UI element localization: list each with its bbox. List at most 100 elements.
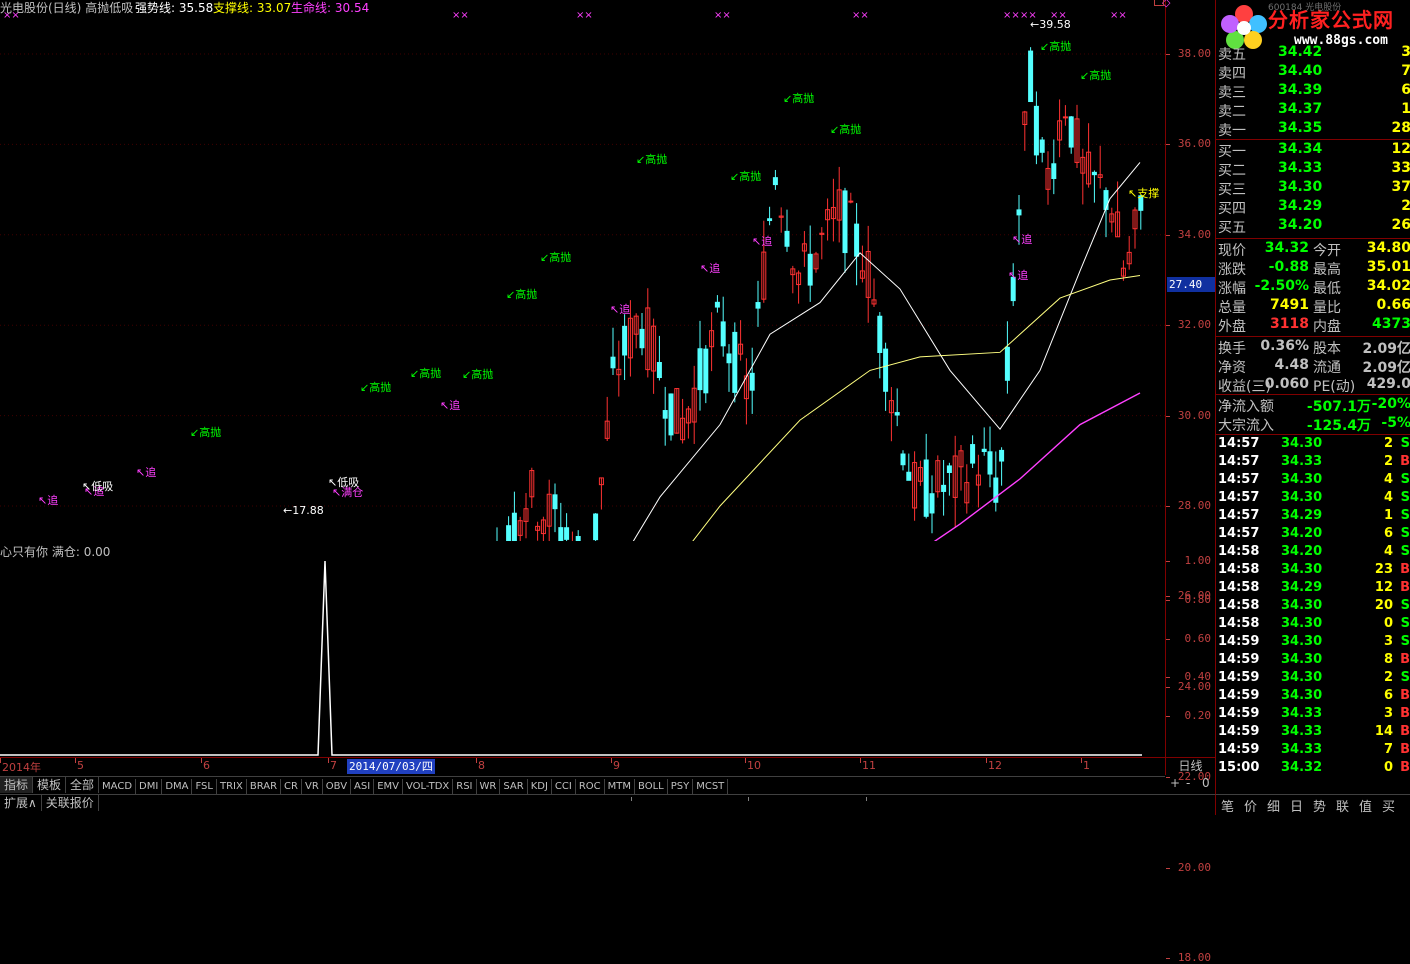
order-volume: 33 <box>1391 160 1410 176</box>
indicator-button-sar[interactable]: SAR <box>500 779 528 794</box>
indicator-axis: 1.00 0.80 0.60 0.40 0.20 <box>1165 541 1215 757</box>
order-price: 34.30 <box>1278 179 1323 195</box>
indicator-button-roc[interactable]: ROC <box>576 779 605 794</box>
tick-price: 34.20 <box>1281 526 1323 541</box>
candle-body <box>999 449 1005 462</box>
tab-all[interactable]: 全部 <box>66 777 100 793</box>
indicator-button-fsl[interactable]: FSL <box>192 779 217 794</box>
indicator-button-kdj[interactable]: KDJ <box>528 779 552 794</box>
zoom-out-button[interactable]: - <box>1186 776 1190 790</box>
zoom-reset-button[interactable]: 0 <box>1202 776 1210 790</box>
indicator-chart[interactable]: 心只有你 满仓: 0.00 <box>0 541 1165 757</box>
panel-tab-5[interactable]: 联 <box>1331 796 1354 815</box>
axis-tick-mark <box>1166 638 1170 640</box>
order-price: 34.29 <box>1278 198 1323 214</box>
date-tick-mark <box>860 758 861 763</box>
candle-body <box>1051 163 1057 180</box>
candle-body <box>929 493 935 514</box>
indicator-button-cci[interactable]: CCI <box>552 779 576 794</box>
panel-tab-6[interactable]: 值 <box>1354 796 1377 815</box>
date-tick-label: 10 <box>747 759 761 772</box>
tick-side: S <box>1400 526 1410 541</box>
indicator-button-rsi[interactable]: RSI <box>453 779 477 794</box>
indicator-button-cr[interactable]: CR <box>281 779 302 794</box>
window-box-icon[interactable] <box>1154 0 1164 6</box>
indicator-button-brar[interactable]: BRAR <box>247 779 282 794</box>
indicator-button-dma[interactable]: DMA <box>162 779 193 794</box>
period-label[interactable]: 日线 <box>1165 757 1215 775</box>
panel-tab-1[interactable]: 价 <box>1239 796 1262 815</box>
indicator-canvas[interactable] <box>0 541 1165 757</box>
tick-time: 14:59 <box>1218 742 1260 757</box>
order-price: 34.39 <box>1278 82 1323 98</box>
kline-chart[interactable]: ×× ×× ×× ×× ×× ×× ×× ×× ×× 光电股份(日线) 高抛低吸 强势线: 35… <box>0 0 1165 541</box>
date-tick-label: 2014年 <box>2 761 41 774</box>
quote-row: 收益(三) 0.060 PE(动) 429.0 <box>1216 376 1410 395</box>
tick-row: 14:58 34.29 12 B <box>1216 580 1410 598</box>
indicator-button-boll[interactable]: BOLL <box>635 779 668 794</box>
indicator-button-vol-tdx[interactable]: VOL-TDX <box>403 779 454 794</box>
zoom-in-button[interactable]: + <box>1170 776 1180 790</box>
quote-row: 外盘 3118 内盘 4373 <box>1216 316 1410 337</box>
related-quote-button[interactable]: 关联报价 <box>42 795 99 811</box>
price-tick-label: 20.00 <box>1177 860 1211 874</box>
tick-side: B <box>1400 742 1410 757</box>
indicator-button-obv[interactable]: OBV <box>323 779 352 794</box>
date-tick-mark <box>1081 758 1082 763</box>
indicator-button-mcst[interactable]: MCST <box>693 779 729 794</box>
candle-body <box>1016 209 1022 216</box>
order-price: 34.35 <box>1278 120 1323 136</box>
tick-price: 34.30 <box>1281 688 1323 703</box>
candle-body <box>894 412 900 416</box>
tick-time: 14:59 <box>1218 634 1260 649</box>
sell-signal-text: 高抛 <box>792 92 815 105</box>
quote-label: 收益(三) <box>1218 379 1271 395</box>
sell-signal: ↙高抛 <box>540 249 571 265</box>
indicator-button-asi[interactable]: ASI <box>351 779 375 794</box>
date-tick-mark <box>611 758 612 763</box>
panel-tab-0[interactable]: 笔 <box>1216 796 1239 815</box>
indicator-button-psy[interactable]: PSY <box>668 779 694 794</box>
candle-body <box>1103 190 1109 210</box>
price-axis: 38.00 36.00 34.00 32.00 30.00 28.00 26.00 24.00… <box>1154 0 1215 964</box>
sell-signal: ↙高抛 <box>730 168 761 184</box>
panel-tab-3[interactable]: 日 <box>1285 796 1308 815</box>
flow-row: 净流入额 -507.1万 -20% <box>1216 396 1410 415</box>
indicator-button-macd[interactable]: MACD <box>99 779 137 794</box>
tab-template[interactable]: 模板 <box>33 777 67 793</box>
buy-low-signal-text: 低吸 <box>91 480 114 493</box>
indicator-button-wr[interactable]: WR <box>477 779 501 794</box>
tick-list[interactable]: 14:57 34.30 2 S 14:57 34.33 2 B 14:57 34.30 4 S 14:5… <box>1216 434 1410 779</box>
axis-tick-mark <box>1166 561 1170 562</box>
panel-tab-2[interactable]: 细 <box>1262 796 1285 815</box>
candle-body <box>593 513 599 541</box>
tick-row: 14:58 34.30 0 S <box>1216 616 1410 634</box>
arrow-icon: ↙ <box>360 381 370 394</box>
axis-tick-mark <box>1166 716 1170 718</box>
ask-row: 卖五 34.42 3 <box>1216 44 1410 63</box>
tick-price: 34.30 <box>1281 634 1323 649</box>
tick-row: 14:58 34.30 23 B <box>1216 562 1410 580</box>
tick-time: 14:58 <box>1218 562 1260 577</box>
panel-tab-4[interactable]: 势 <box>1308 796 1331 815</box>
candle-body <box>1068 116 1074 148</box>
expand-button[interactable]: 扩展∧ <box>0 795 42 811</box>
indicator-button-dmi[interactable]: DMI <box>136 779 163 794</box>
date-tick-mark <box>986 758 987 763</box>
sell-signal: ↙高抛 <box>360 379 391 395</box>
indicator-button-vr[interactable]: VR <box>302 779 323 794</box>
panel-tab-7[interactable]: 买 <box>1377 796 1400 815</box>
indicator-button-trix[interactable]: TRIX <box>217 779 247 794</box>
order-price: 34.42 <box>1278 44 1323 60</box>
tab-indicator[interactable]: 指标 <box>0 777 34 793</box>
candle-body <box>906 471 912 481</box>
indicator-button-emv[interactable]: EMV <box>374 779 403 794</box>
kline-canvas[interactable]: ×× ×× ×× ×× ×× ×× ×× ×× ×× <box>0 0 1165 541</box>
candle-body <box>970 444 976 464</box>
buy-low-signal: ↖低吸 <box>82 478 113 494</box>
quote-label: 净资 <box>1218 360 1246 376</box>
quote-row: 涨跌 -0.88 最高 35.01 <box>1216 259 1410 278</box>
tick-time: 14:57 <box>1218 526 1260 541</box>
indicator-button-mtm[interactable]: MTM <box>605 779 636 794</box>
quote-label: 涨幅 <box>1218 281 1246 297</box>
